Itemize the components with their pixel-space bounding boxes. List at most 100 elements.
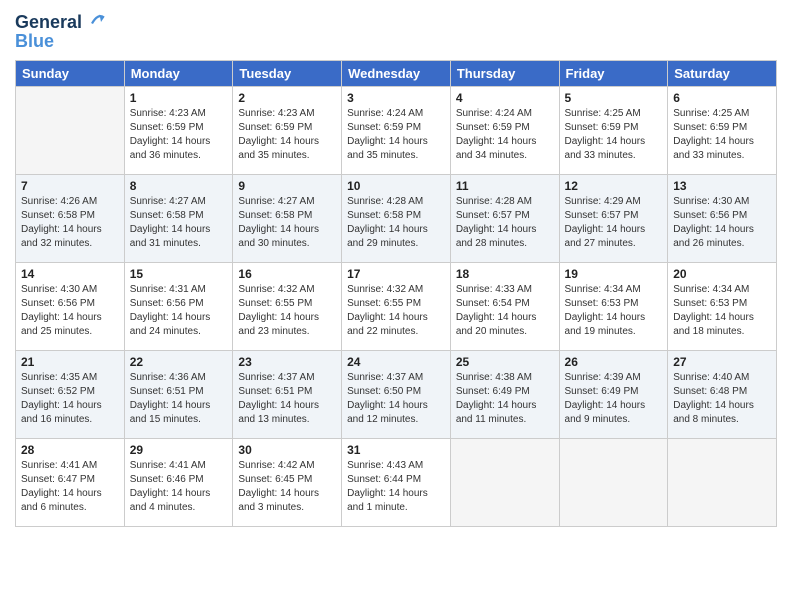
day-number: 9	[238, 179, 336, 193]
day-info: Sunrise: 4:28 AM Sunset: 6:57 PM Dayligh…	[456, 195, 554, 251]
day-info: Sunrise: 4:32 AM Sunset: 6:55 PM Dayligh…	[238, 283, 336, 339]
calendar-cell	[559, 438, 668, 526]
day-info: Sunrise: 4:29 AM Sunset: 6:57 PM Dayligh…	[565, 195, 663, 251]
calendar-cell: 15 Sunrise: 4:31 AM Sunset: 6:56 PM Dayl…	[124, 262, 233, 350]
day-number: 24	[347, 355, 445, 369]
calendar-cell: 30 Sunrise: 4:42 AM Sunset: 6:45 PM Dayl…	[233, 438, 342, 526]
calendar-cell: 24 Sunrise: 4:37 AM Sunset: 6:50 PM Dayl…	[342, 350, 451, 438]
calendar-cell: 13 Sunrise: 4:30 AM Sunset: 6:56 PM Dayl…	[668, 174, 777, 262]
day-info: Sunrise: 4:25 AM Sunset: 6:59 PM Dayligh…	[673, 107, 771, 163]
day-number: 10	[347, 179, 445, 193]
day-number: 26	[565, 355, 663, 369]
day-number: 8	[130, 179, 228, 193]
day-number: 30	[238, 443, 336, 457]
day-info: Sunrise: 4:40 AM Sunset: 6:48 PM Dayligh…	[673, 371, 771, 427]
calendar-cell: 22 Sunrise: 4:36 AM Sunset: 6:51 PM Dayl…	[124, 350, 233, 438]
calendar-cell: 21 Sunrise: 4:35 AM Sunset: 6:52 PM Dayl…	[16, 350, 125, 438]
day-info: Sunrise: 4:30 AM Sunset: 6:56 PM Dayligh…	[21, 283, 119, 339]
calendar-cell: 12 Sunrise: 4:29 AM Sunset: 6:57 PM Dayl…	[559, 174, 668, 262]
week-row-1: 1 Sunrise: 4:23 AM Sunset: 6:59 PM Dayli…	[16, 86, 777, 174]
day-info: Sunrise: 4:43 AM Sunset: 6:44 PM Dayligh…	[347, 459, 445, 515]
calendar-cell: 26 Sunrise: 4:39 AM Sunset: 6:49 PM Dayl…	[559, 350, 668, 438]
calendar-cell: 19 Sunrise: 4:34 AM Sunset: 6:53 PM Dayl…	[559, 262, 668, 350]
calendar-cell: 1 Sunrise: 4:23 AM Sunset: 6:59 PM Dayli…	[124, 86, 233, 174]
calendar-cell: 3 Sunrise: 4:24 AM Sunset: 6:59 PM Dayli…	[342, 86, 451, 174]
calendar-cell	[450, 438, 559, 526]
calendar-cell: 28 Sunrise: 4:41 AM Sunset: 6:47 PM Dayl…	[16, 438, 125, 526]
calendar-cell: 18 Sunrise: 4:33 AM Sunset: 6:54 PM Dayl…	[450, 262, 559, 350]
weekday-header-sunday: Sunday	[16, 60, 125, 86]
logo-icon	[89, 10, 107, 28]
day-number: 31	[347, 443, 445, 457]
calendar-cell: 17 Sunrise: 4:32 AM Sunset: 6:55 PM Dayl…	[342, 262, 451, 350]
day-info: Sunrise: 4:39 AM Sunset: 6:49 PM Dayligh…	[565, 371, 663, 427]
day-info: Sunrise: 4:27 AM Sunset: 6:58 PM Dayligh…	[130, 195, 228, 251]
day-number: 14	[21, 267, 119, 281]
week-row-3: 14 Sunrise: 4:30 AM Sunset: 6:56 PM Dayl…	[16, 262, 777, 350]
logo-text: General	[15, 10, 107, 33]
day-info: Sunrise: 4:34 AM Sunset: 6:53 PM Dayligh…	[565, 283, 663, 339]
calendar-cell: 10 Sunrise: 4:28 AM Sunset: 6:58 PM Dayl…	[342, 174, 451, 262]
day-number: 13	[673, 179, 771, 193]
day-info: Sunrise: 4:41 AM Sunset: 6:46 PM Dayligh…	[130, 459, 228, 515]
calendar-cell: 16 Sunrise: 4:32 AM Sunset: 6:55 PM Dayl…	[233, 262, 342, 350]
calendar-cell: 2 Sunrise: 4:23 AM Sunset: 6:59 PM Dayli…	[233, 86, 342, 174]
day-info: Sunrise: 4:36 AM Sunset: 6:51 PM Dayligh…	[130, 371, 228, 427]
day-number: 11	[456, 179, 554, 193]
day-number: 15	[130, 267, 228, 281]
day-number: 19	[565, 267, 663, 281]
calendar-cell: 25 Sunrise: 4:38 AM Sunset: 6:49 PM Dayl…	[450, 350, 559, 438]
weekday-header-friday: Friday	[559, 60, 668, 86]
calendar-cell: 14 Sunrise: 4:30 AM Sunset: 6:56 PM Dayl…	[16, 262, 125, 350]
logo: General Blue	[15, 10, 107, 52]
calendar-cell: 7 Sunrise: 4:26 AM Sunset: 6:58 PM Dayli…	[16, 174, 125, 262]
day-number: 22	[130, 355, 228, 369]
calendar-cell: 27 Sunrise: 4:40 AM Sunset: 6:48 PM Dayl…	[668, 350, 777, 438]
calendar-cell: 9 Sunrise: 4:27 AM Sunset: 6:58 PM Dayli…	[233, 174, 342, 262]
day-number: 29	[130, 443, 228, 457]
day-number: 28	[21, 443, 119, 457]
day-number: 27	[673, 355, 771, 369]
weekday-header-monday: Monday	[124, 60, 233, 86]
day-info: Sunrise: 4:25 AM Sunset: 6:59 PM Dayligh…	[565, 107, 663, 163]
day-info: Sunrise: 4:37 AM Sunset: 6:51 PM Dayligh…	[238, 371, 336, 427]
day-number: 3	[347, 91, 445, 105]
day-info: Sunrise: 4:37 AM Sunset: 6:50 PM Dayligh…	[347, 371, 445, 427]
day-info: Sunrise: 4:23 AM Sunset: 6:59 PM Dayligh…	[238, 107, 336, 163]
day-info: Sunrise: 4:26 AM Sunset: 6:58 PM Dayligh…	[21, 195, 119, 251]
calendar-cell: 11 Sunrise: 4:28 AM Sunset: 6:57 PM Dayl…	[450, 174, 559, 262]
day-info: Sunrise: 4:23 AM Sunset: 6:59 PM Dayligh…	[130, 107, 228, 163]
day-info: Sunrise: 4:35 AM Sunset: 6:52 PM Dayligh…	[21, 371, 119, 427]
day-number: 16	[238, 267, 336, 281]
calendar-cell	[668, 438, 777, 526]
day-number: 18	[456, 267, 554, 281]
week-row-5: 28 Sunrise: 4:41 AM Sunset: 6:47 PM Dayl…	[16, 438, 777, 526]
day-info: Sunrise: 4:28 AM Sunset: 6:58 PM Dayligh…	[347, 195, 445, 251]
calendar-cell	[16, 86, 125, 174]
calendar-cell: 4 Sunrise: 4:24 AM Sunset: 6:59 PM Dayli…	[450, 86, 559, 174]
weekday-header-wednesday: Wednesday	[342, 60, 451, 86]
calendar-cell: 29 Sunrise: 4:41 AM Sunset: 6:46 PM Dayl…	[124, 438, 233, 526]
page: General Blue SundayMondayTuesdayWednesda…	[0, 0, 792, 612]
day-info: Sunrise: 4:24 AM Sunset: 6:59 PM Dayligh…	[347, 107, 445, 163]
weekday-header-saturday: Saturday	[668, 60, 777, 86]
weekday-header-thursday: Thursday	[450, 60, 559, 86]
day-info: Sunrise: 4:34 AM Sunset: 6:53 PM Dayligh…	[673, 283, 771, 339]
day-info: Sunrise: 4:31 AM Sunset: 6:56 PM Dayligh…	[130, 283, 228, 339]
header: General Blue	[15, 10, 777, 52]
day-number: 25	[456, 355, 554, 369]
calendar-cell: 5 Sunrise: 4:25 AM Sunset: 6:59 PM Dayli…	[559, 86, 668, 174]
day-info: Sunrise: 4:24 AM Sunset: 6:59 PM Dayligh…	[456, 107, 554, 163]
day-info: Sunrise: 4:27 AM Sunset: 6:58 PM Dayligh…	[238, 195, 336, 251]
week-row-4: 21 Sunrise: 4:35 AM Sunset: 6:52 PM Dayl…	[16, 350, 777, 438]
day-info: Sunrise: 4:32 AM Sunset: 6:55 PM Dayligh…	[347, 283, 445, 339]
week-row-2: 7 Sunrise: 4:26 AM Sunset: 6:58 PM Dayli…	[16, 174, 777, 262]
day-number: 6	[673, 91, 771, 105]
calendar-cell: 8 Sunrise: 4:27 AM Sunset: 6:58 PM Dayli…	[124, 174, 233, 262]
day-info: Sunrise: 4:38 AM Sunset: 6:49 PM Dayligh…	[456, 371, 554, 427]
day-number: 7	[21, 179, 119, 193]
day-info: Sunrise: 4:30 AM Sunset: 6:56 PM Dayligh…	[673, 195, 771, 251]
day-number: 1	[130, 91, 228, 105]
weekday-header-row: SundayMondayTuesdayWednesdayThursdayFrid…	[16, 60, 777, 86]
day-number: 5	[565, 91, 663, 105]
